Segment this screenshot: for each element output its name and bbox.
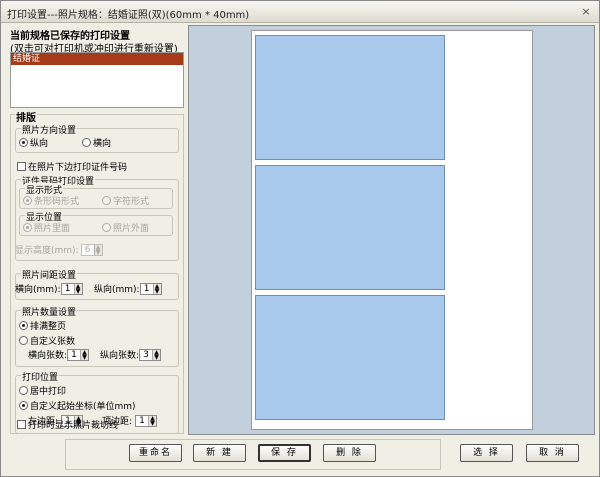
custom-position-radio[interactable]: [19, 401, 28, 410]
preview-photo: [255, 35, 445, 160]
horizontal-spacing-stepper[interactable]: 1 ▲ ▼: [60, 282, 83, 295]
id-format-group: 显示形式 条形码形式 字符形式: [19, 183, 173, 209]
settings-panel: 当前规格已保存的打印设置 (双击可对打印机或冲印进行重新设置) 结婚证 排版 照…: [7, 25, 185, 435]
print-id-label: 在照片下边打印证件号码: [28, 163, 128, 173]
text-format-label: 字符形式: [113, 197, 150, 207]
landscape-radio[interactable]: [82, 138, 91, 147]
vertical-count-stepper[interactable]: 3 ▲ ▼: [139, 348, 162, 361]
layout-group-label: 排版: [15, 109, 37, 124]
barcode-option: 条形码形式: [23, 194, 79, 207]
horizontal-spacing-value[interactable]: 1: [62, 284, 74, 294]
custom-count-label: 自定义张数: [30, 337, 76, 347]
count-group: 照片数量设置 排满整页 自定义张数 横向张数: 1 ▲ ▼ 纵向张数: 3 ▲ …: [15, 305, 179, 367]
horizontal-count-stepper[interactable]: 1 ▲ ▼: [67, 348, 90, 361]
vertical-count-row: 纵向张数: 3 ▲ ▼: [100, 348, 162, 361]
landscape-label: 横向: [93, 139, 112, 149]
spacing-group-label: 照片间距设置: [21, 268, 78, 281]
orientation-group-label: 照片方向设置: [21, 123, 78, 136]
barcode-label: 条形码形式: [34, 197, 80, 207]
outside-label: 照片外面: [113, 224, 150, 234]
landscape-option[interactable]: 横向: [82, 136, 111, 149]
id-height-row: 显示高度(mm): 6 ▲ ▼: [15, 243, 103, 256]
vertical-spacing-stepper[interactable]: 1 ▲ ▼: [139, 282, 162, 295]
custom-count-option[interactable]: 自定义张数: [19, 334, 75, 347]
text-format-radio: [102, 196, 111, 205]
id-height-value: 6: [84, 244, 91, 255]
top-margin-stepper[interactable]: 1 ▲ ▼: [135, 414, 158, 427]
cut-lines-checkbox[interactable]: [17, 420, 26, 429]
stepper-arrows-icon: ▲ ▼: [93, 244, 102, 255]
vertical-count-value[interactable]: 3: [140, 350, 152, 360]
saved-settings-list[interactable]: 结婚证: [10, 52, 184, 108]
vertical-spacing-label: 纵向(mm):: [94, 285, 140, 295]
id-print-group: 证件号码打印设置 显示形式 条形码形式 字符形式 显示位置 照片里面 照片外面 …: [15, 174, 179, 261]
preview-photo: [255, 295, 445, 420]
rename-button[interactable]: 重命名: [129, 444, 182, 462]
horizontal-count-label: 横向张数:: [28, 351, 68, 361]
id-height-stepper: 6 ▲ ▼: [80, 243, 103, 256]
cut-lines-option[interactable]: 打印时显示照片裁切线: [17, 418, 118, 431]
stepper-arrows-icon[interactable]: ▲ ▼: [148, 415, 157, 426]
orientation-group: 照片方向设置 纵向 横向: [15, 123, 179, 153]
horizontal-count-value[interactable]: 1: [68, 350, 80, 360]
select-button[interactable]: 选 择: [460, 444, 513, 462]
print-settings-dialog: 打印设置---照片规格：结婚证照(双)(60mm * 40mm) × 当前规格已…: [0, 0, 600, 477]
button-bar: 重命名 新 建 保 存 删 除 选 择 取 消: [1, 437, 599, 476]
id-position-group: 显示位置 照片里面 照片外面: [19, 210, 173, 236]
stepper-arrows-icon[interactable]: ▲ ▼: [152, 349, 161, 360]
custom-count-radio[interactable]: [19, 336, 28, 345]
horizontal-spacing-label: 横向(mm):: [15, 285, 61, 295]
print-id-option[interactable]: 在照片下边打印证件号码: [17, 160, 127, 173]
text-format-option: 字符形式: [102, 194, 149, 207]
preview-paper: [251, 30, 533, 430]
cancel-button[interactable]: 取 消: [526, 444, 579, 462]
delete-button[interactable]: 删 除: [323, 444, 376, 462]
print-preview: [188, 25, 595, 435]
preview-photo: [255, 165, 445, 290]
center-print-option[interactable]: 居中打印: [19, 384, 66, 397]
saved-setting-item[interactable]: 结婚证: [11, 53, 183, 65]
window-title: 打印设置---照片规格：结婚证照(双)(60mm * 40mm): [7, 10, 250, 21]
inside-label: 照片里面: [34, 224, 71, 234]
portrait-radio[interactable]: [19, 138, 28, 147]
vertical-spacing-row: 纵向(mm): 1 ▲ ▼: [94, 282, 162, 295]
cut-lines-label: 打印时显示照片裁切线: [28, 421, 119, 431]
save-button[interactable]: 保 存: [258, 444, 311, 462]
outside-radio: [102, 223, 111, 232]
stepper-arrows-icon[interactable]: ▲ ▼: [73, 283, 82, 294]
fill-page-label: 排满整页: [30, 322, 67, 332]
portrait-option[interactable]: 纵向: [19, 136, 48, 149]
fill-page-radio[interactable]: [19, 321, 28, 330]
new-button[interactable]: 新 建: [193, 444, 246, 462]
spacing-group: 照片间距设置 横向(mm): 1 ▲ ▼ 纵向(mm): 1 ▲ ▼: [15, 268, 179, 300]
count-group-label: 照片数量设置: [21, 305, 78, 318]
close-icon[interactable]: ×: [579, 5, 593, 19]
portrait-label: 纵向: [30, 139, 49, 149]
print-id-checkbox[interactable]: [17, 162, 26, 171]
horizontal-count-row: 横向张数: 1 ▲ ▼: [28, 348, 90, 361]
center-print-radio[interactable]: [19, 386, 28, 395]
inside-radio: [23, 223, 32, 232]
stepper-arrows-icon[interactable]: ▲ ▼: [80, 349, 89, 360]
custom-position-label: 自定义起始坐标(单位mm): [30, 402, 136, 412]
stepper-arrows-icon[interactable]: ▲ ▼: [152, 283, 161, 294]
inside-option: 照片里面: [23, 221, 70, 234]
outside-option: 照片外面: [102, 221, 149, 234]
settings-buttons-well: [65, 439, 441, 470]
vertical-count-label: 纵向张数:: [100, 351, 140, 361]
print-position-group-label: 打印位置: [21, 370, 60, 383]
id-height-label: 显示高度(mm):: [15, 246, 79, 256]
layout-group: 排版 照片方向设置 纵向 横向 在照片下边打印证件号码 证件号码打印设置 显示形…: [10, 109, 184, 434]
top-margin-value[interactable]: 1: [136, 416, 148, 426]
title-bar: 打印设置---照片规格：结婚证照(双)(60mm * 40mm) ×: [1, 1, 599, 23]
barcode-radio: [23, 196, 32, 205]
horizontal-spacing-row: 横向(mm): 1 ▲ ▼: [15, 282, 83, 295]
fill-page-option[interactable]: 排满整页: [19, 319, 66, 332]
custom-position-option[interactable]: 自定义起始坐标(单位mm): [19, 399, 136, 412]
vertical-spacing-value[interactable]: 1: [141, 284, 153, 294]
center-print-label: 居中打印: [30, 387, 67, 397]
